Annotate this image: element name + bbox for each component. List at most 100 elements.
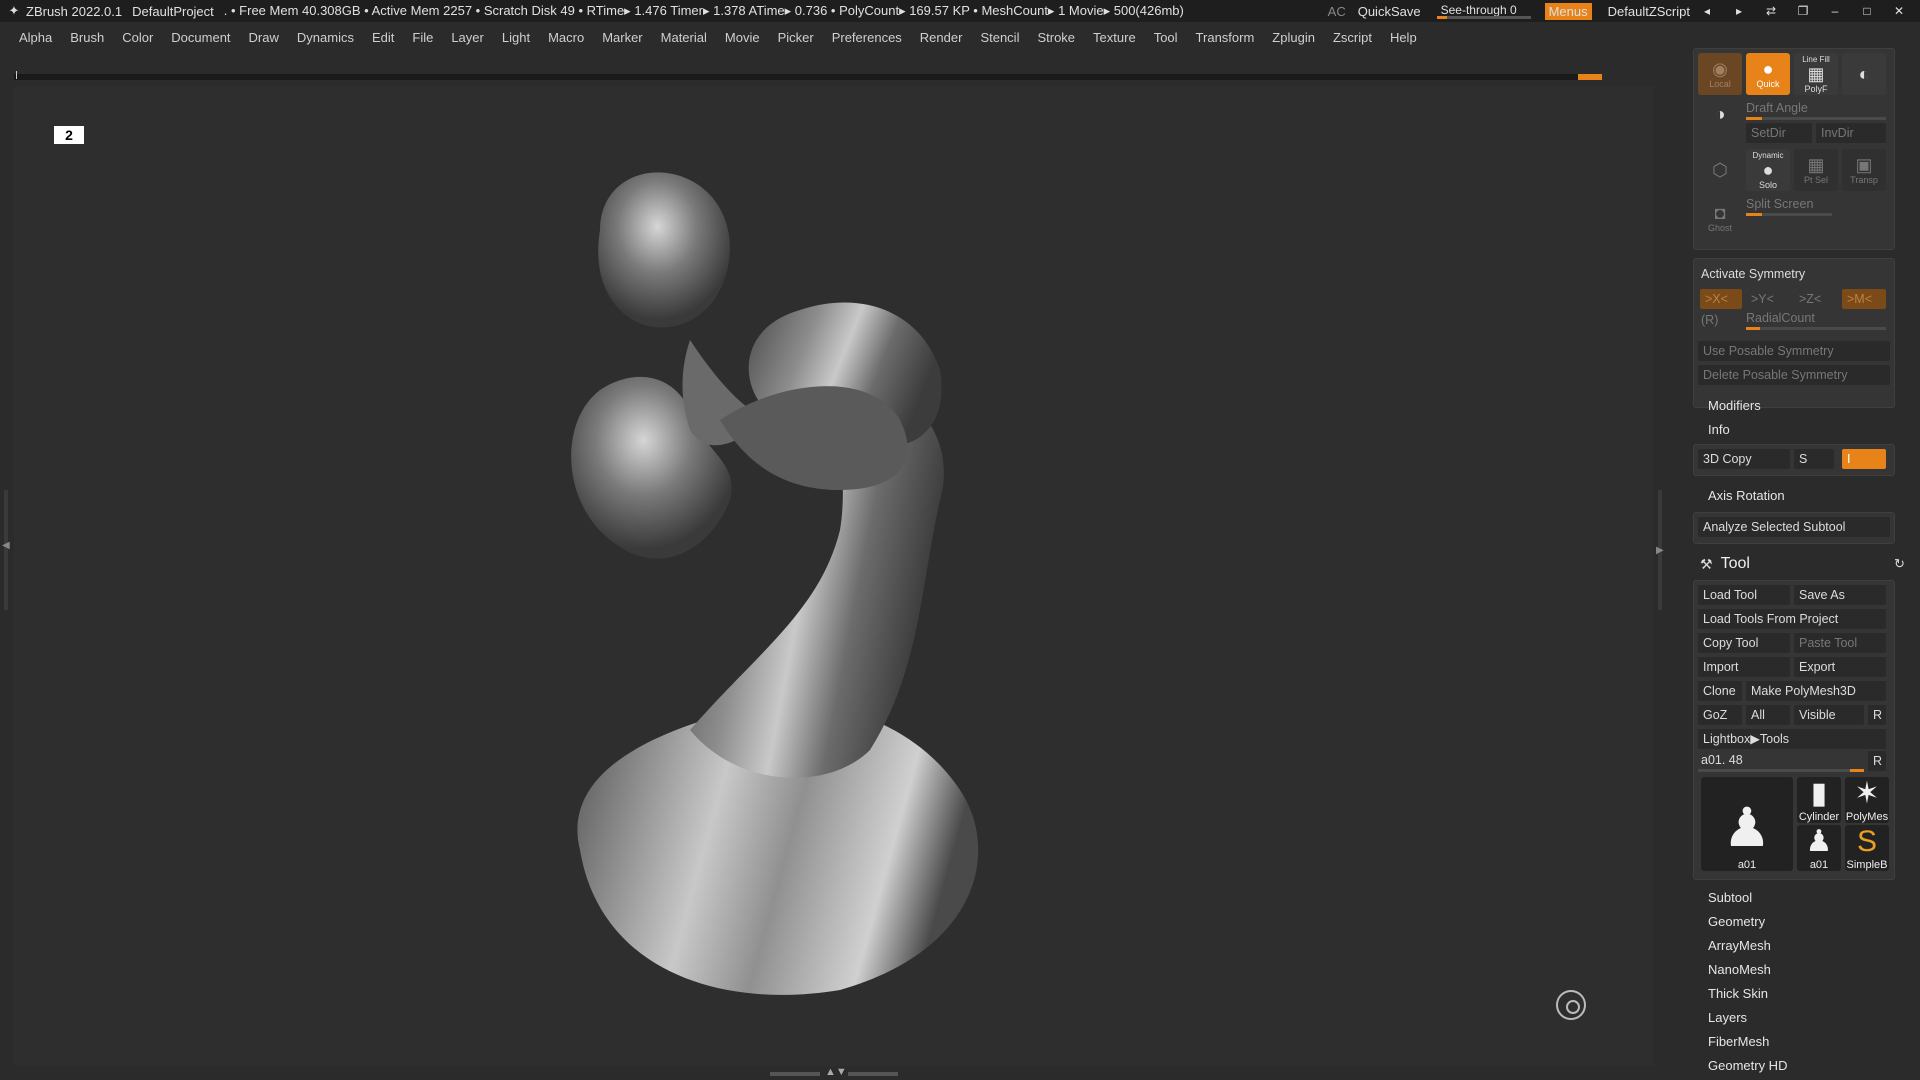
quick-button[interactable]: ● Quick bbox=[1746, 53, 1790, 95]
solo-button[interactable]: Dynamic ● Solo bbox=[1746, 149, 1790, 191]
goz-visible-button[interactable]: Visible bbox=[1794, 705, 1864, 725]
sculpt-model[interactable] bbox=[540, 170, 1100, 1010]
minimize-icon[interactable]: – bbox=[1824, 4, 1846, 18]
menu-transform[interactable]: Transform bbox=[1187, 30, 1264, 45]
menu-document[interactable]: Document bbox=[162, 30, 239, 45]
close-icon[interactable]: ✕ bbox=[1888, 4, 1910, 18]
transp-button[interactable]: ▣ Transp bbox=[1842, 149, 1886, 191]
symmetry-x-button[interactable]: >X< bbox=[1700, 289, 1742, 309]
menu-edit[interactable]: Edit bbox=[363, 30, 403, 45]
swap-icon[interactable]: ⇄ bbox=[1760, 4, 1782, 18]
sphere-button[interactable]: ◐ bbox=[1842, 53, 1886, 95]
load-tools-from-project-button[interactable]: Load Tools From Project bbox=[1698, 609, 1886, 629]
paste-tool-button[interactable]: Paste Tool bbox=[1794, 633, 1886, 653]
tool-thumb-a01-small[interactable]: ♟ a01 bbox=[1797, 825, 1841, 871]
menus-button[interactable]: Menus bbox=[1544, 2, 1592, 20]
menu-render[interactable]: Render bbox=[911, 30, 972, 45]
cube-icon[interactable]: ⬡ bbox=[1698, 149, 1742, 191]
menu-file[interactable]: File bbox=[403, 30, 442, 45]
setdir-button[interactable]: SetDir bbox=[1746, 123, 1812, 143]
analyze-subtool-button[interactable]: Analyze Selected Subtool bbox=[1698, 517, 1890, 537]
export-button[interactable]: Export bbox=[1794, 657, 1886, 677]
menu-help[interactable]: Help bbox=[1381, 30, 1426, 45]
menu-zplugin[interactable]: Zplugin bbox=[1263, 30, 1324, 45]
goz-r-button[interactable]: R bbox=[1868, 705, 1886, 725]
maximize-icon[interactable]: □ bbox=[1856, 4, 1878, 18]
ghost-button[interactable]: ◘ Ghost bbox=[1698, 197, 1742, 239]
goz-all-button[interactable]: All bbox=[1746, 705, 1790, 725]
menu-color[interactable]: Color bbox=[113, 30, 162, 45]
goz-button[interactable]: GoZ bbox=[1698, 705, 1742, 725]
timeline-marker[interactable] bbox=[1578, 74, 1602, 80]
gyro-widget-icon[interactable] bbox=[1556, 990, 1586, 1020]
import-button[interactable]: Import bbox=[1698, 657, 1790, 677]
menu-layer[interactable]: Layer bbox=[442, 30, 493, 45]
lightbox-tools-button[interactable]: Lightbox▶Tools bbox=[1698, 729, 1886, 749]
section-thick-skin[interactable]: Thick Skin bbox=[1708, 986, 1768, 1001]
symmetry-r-button[interactable]: (R) bbox=[1701, 313, 1718, 327]
section-fibermesh[interactable]: FiberMesh bbox=[1708, 1034, 1769, 1049]
menu-dynamics[interactable]: Dynamics bbox=[288, 30, 363, 45]
bottom-tray-handle[interactable]: ▲▼ bbox=[770, 1066, 900, 1080]
menu-preferences[interactable]: Preferences bbox=[823, 30, 911, 45]
modifiers-section[interactable]: Modifiers bbox=[1708, 398, 1761, 413]
section-layers[interactable]: Layers bbox=[1708, 1010, 1747, 1025]
copy-tool-button[interactable]: Copy Tool bbox=[1698, 633, 1790, 653]
menu-movie[interactable]: Movie bbox=[716, 30, 769, 45]
tool-thumb-simplebrush[interactable]: S SimpleB bbox=[1845, 825, 1889, 871]
see-through-slider[interactable]: See-through 0 bbox=[1436, 2, 1531, 20]
axis-rotation-section[interactable]: Axis Rotation bbox=[1708, 488, 1785, 503]
menu-zscript[interactable]: Zscript bbox=[1324, 30, 1381, 45]
ac-toggle[interactable]: AC bbox=[1328, 4, 1346, 19]
contrast-icon[interactable]: ◑ bbox=[1698, 101, 1742, 127]
menu-picker[interactable]: Picker bbox=[769, 30, 823, 45]
section-arraymesh[interactable]: ArrayMesh bbox=[1708, 938, 1771, 953]
tool-thumb-polymesh[interactable]: ✶ PolyMes bbox=[1845, 777, 1889, 823]
menu-stroke[interactable]: Stroke bbox=[1028, 30, 1084, 45]
menu-alpha[interactable]: Alpha bbox=[0, 30, 61, 45]
use-posable-symmetry-button[interactable]: Use Posable Symmetry bbox=[1698, 341, 1890, 361]
polyf-button[interactable]: Line Fill ▦ PolyF bbox=[1794, 53, 1838, 95]
section-nanomesh[interactable]: NanoMesh bbox=[1708, 962, 1771, 977]
load-tool-button[interactable]: Load Tool bbox=[1698, 585, 1790, 605]
window-restore-icon[interactable]: ❐ bbox=[1792, 4, 1814, 18]
copy3d-s-button[interactable]: S bbox=[1794, 449, 1834, 469]
tool-pin-icon[interactable]: ⚒ bbox=[1700, 556, 1713, 573]
quicksave-button[interactable]: QuickSave bbox=[1358, 4, 1421, 19]
tool-slider[interactable] bbox=[1698, 769, 1864, 772]
tool-palette-header[interactable]: ⚒ Tool ↻ bbox=[1690, 550, 1920, 578]
symmetry-z-button[interactable]: >Z< bbox=[1794, 289, 1836, 309]
default-zscript-button[interactable]: DefaultZScript bbox=[1608, 4, 1690, 19]
tool-reset-icon[interactable]: ↻ bbox=[1894, 556, 1905, 572]
menu-light[interactable]: Light bbox=[493, 30, 539, 45]
tool-thumb-a01-large[interactable]: ♟ a01 bbox=[1701, 777, 1793, 871]
invdir-button[interactable]: InvDir bbox=[1816, 123, 1886, 143]
save-as-button[interactable]: Save As bbox=[1794, 585, 1886, 605]
left-tray-arrow-icon[interactable]: ◀ bbox=[2, 540, 10, 551]
delete-posable-symmetry-button[interactable]: Delete Posable Symmetry bbox=[1698, 365, 1890, 385]
section-geometry[interactable]: Geometry bbox=[1708, 914, 1765, 929]
navigation-thumbnail-icon[interactable]: 2 bbox=[54, 126, 84, 144]
tool-slider-r-button[interactable]: R bbox=[1868, 751, 1886, 771]
layout-left-icon[interactable]: ◂ bbox=[1696, 4, 1718, 18]
menu-draw[interactable]: Draw bbox=[240, 30, 288, 45]
clone-button[interactable]: Clone bbox=[1698, 681, 1742, 701]
copy3d-i-button[interactable]: I bbox=[1842, 449, 1886, 469]
menu-marker[interactable]: Marker bbox=[593, 30, 651, 45]
draft-angle-slider[interactable] bbox=[1746, 117, 1886, 120]
menu-texture[interactable]: Texture bbox=[1084, 30, 1145, 45]
menu-brush[interactable]: Brush bbox=[61, 30, 113, 45]
section-subtool[interactable]: Subtool bbox=[1708, 890, 1752, 905]
menu-macro[interactable]: Macro bbox=[539, 30, 593, 45]
menu-material[interactable]: Material bbox=[652, 30, 716, 45]
section-geometry-hd[interactable]: Geometry HD bbox=[1708, 1058, 1787, 1073]
ptsel-button[interactable]: ▦ Pt Sel bbox=[1794, 149, 1838, 191]
radial-count-slider[interactable] bbox=[1746, 327, 1886, 330]
menu-tool[interactable]: Tool bbox=[1145, 30, 1187, 45]
local-button[interactable]: ◉ Local bbox=[1698, 53, 1742, 95]
copy3d-button[interactable]: 3D Copy bbox=[1698, 449, 1790, 469]
symmetry-y-button[interactable]: >Y< bbox=[1746, 289, 1788, 309]
make-polymesh3d-button[interactable]: Make PolyMesh3D bbox=[1746, 681, 1886, 701]
menu-stencil[interactable]: Stencil bbox=[971, 30, 1028, 45]
symmetry-m-button[interactable]: >M< bbox=[1842, 289, 1886, 309]
